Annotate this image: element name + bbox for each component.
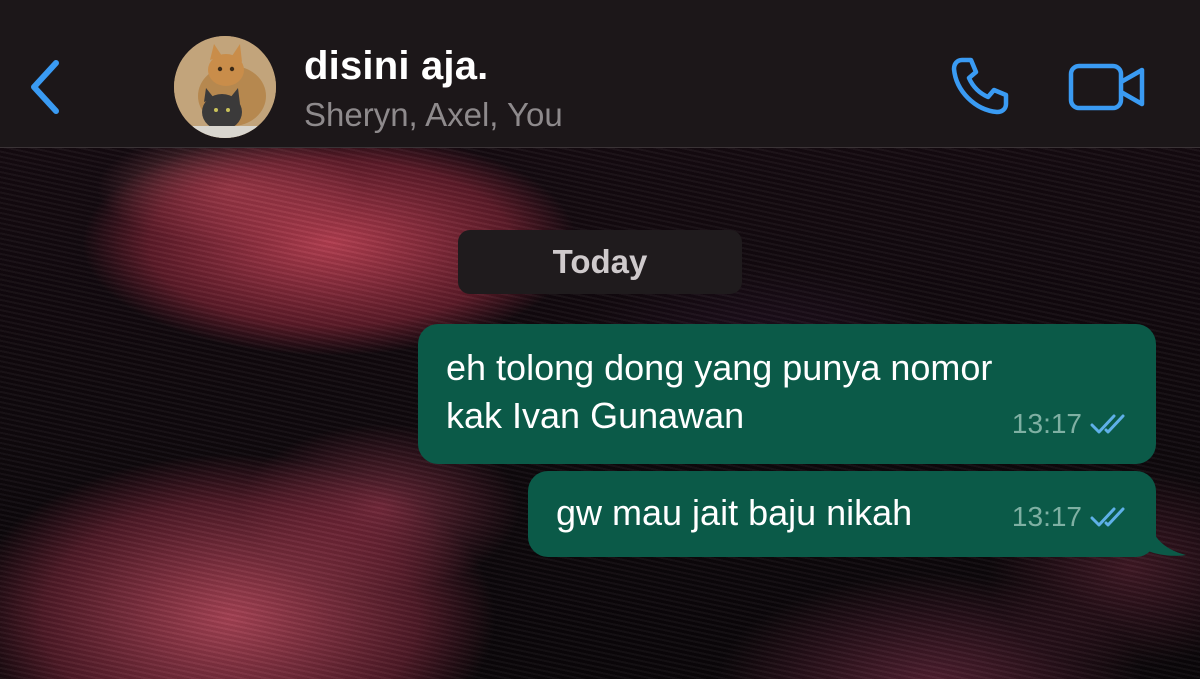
outgoing-message[interactable]: gw mau jait baju nikah 13:17 xyxy=(528,471,1156,557)
chevron-left-icon xyxy=(31,60,59,114)
chat-header: disini aja. Sheryn, Axel, You xyxy=(0,0,1200,148)
avatar-image xyxy=(174,36,276,138)
video-camera-icon xyxy=(1068,63,1145,111)
bubble-tail xyxy=(1148,513,1186,556)
message-text-line: eh tolong dong yang punya nomor xyxy=(446,347,993,388)
double-check-icon xyxy=(1090,414,1125,434)
message-time: 13:17 xyxy=(1011,408,1082,439)
double-check-icon xyxy=(1090,507,1125,527)
voice-call-button[interactable] xyxy=(948,54,1012,118)
message-meta: 13:17 xyxy=(1012,493,1132,541)
date-separator: Today xyxy=(458,230,742,294)
video-call-button[interactable] xyxy=(1068,60,1146,114)
phone-icon xyxy=(951,57,1009,115)
message-text-line: gw mau jait baju nikah xyxy=(556,492,913,533)
message-meta: 13:17 xyxy=(1012,400,1132,448)
group-avatar[interactable] xyxy=(174,36,276,138)
message-time: 13:17 xyxy=(1011,501,1082,532)
chat-title[interactable]: disini aja. xyxy=(304,44,489,89)
back-button[interactable] xyxy=(26,57,66,117)
chat-participants[interactable]: Sheryn, Axel, You xyxy=(304,96,563,134)
outgoing-message[interactable]: eh tolong dong yang punya nomor kak Ivan… xyxy=(418,324,1156,464)
